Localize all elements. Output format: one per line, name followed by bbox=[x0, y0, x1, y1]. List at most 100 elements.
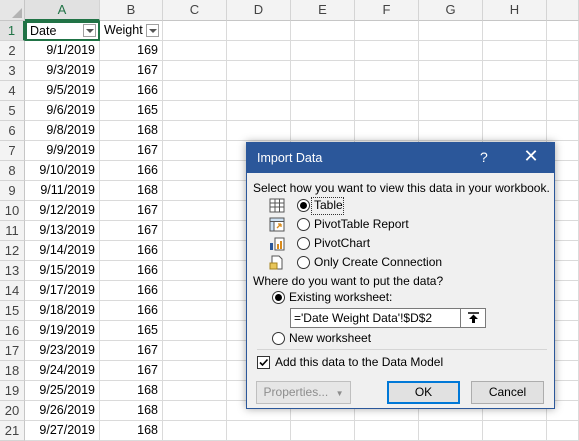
row-header[interactable]: 16 bbox=[0, 321, 25, 341]
weight-cell[interactable]: 166 bbox=[100, 161, 163, 181]
empty-cell[interactable] bbox=[547, 101, 579, 121]
empty-cell[interactable] bbox=[419, 101, 483, 121]
row-header[interactable]: 8 bbox=[0, 161, 25, 181]
date-cell[interactable]: 9/14/2019 bbox=[25, 241, 100, 261]
row-header[interactable]: 6 bbox=[0, 121, 25, 141]
table-option-label[interactable]: Table bbox=[314, 198, 343, 212]
empty-cell[interactable] bbox=[547, 81, 579, 101]
empty-cell[interactable] bbox=[419, 61, 483, 81]
empty-cell[interactable] bbox=[163, 301, 227, 321]
empty-cell[interactable] bbox=[163, 61, 227, 81]
filter-dropdown-icon[interactable] bbox=[146, 24, 159, 37]
date-cell[interactable]: 9/8/2019 bbox=[25, 121, 100, 141]
pivottable-radio[interactable] bbox=[297, 218, 310, 231]
header-cell-date[interactable]: Date bbox=[25, 21, 100, 41]
weight-cell[interactable]: 167 bbox=[100, 141, 163, 161]
empty-cell[interactable] bbox=[163, 281, 227, 301]
weight-cell[interactable]: 166 bbox=[100, 261, 163, 281]
empty-cell[interactable] bbox=[419, 421, 483, 441]
row-header[interactable]: 11 bbox=[0, 221, 25, 241]
existing-worksheet-label[interactable]: Existing worksheet: bbox=[289, 290, 392, 304]
empty-cell[interactable] bbox=[547, 421, 579, 441]
row-header[interactable]: 13 bbox=[0, 261, 25, 281]
column-header-a[interactable]: A bbox=[25, 0, 100, 21]
pivotchart-radio[interactable] bbox=[297, 237, 310, 250]
empty-cell[interactable] bbox=[227, 81, 291, 101]
date-cell[interactable]: 9/23/2019 bbox=[25, 341, 100, 361]
empty-cell[interactable] bbox=[547, 41, 579, 61]
new-worksheet-radio[interactable] bbox=[272, 332, 285, 345]
empty-cell[interactable] bbox=[355, 41, 419, 61]
weight-cell[interactable]: 168 bbox=[100, 421, 163, 441]
date-cell[interactable]: 9/24/2019 bbox=[25, 361, 100, 381]
empty-cell[interactable] bbox=[483, 81, 547, 101]
empty-cell[interactable] bbox=[419, 41, 483, 61]
empty-cell[interactable] bbox=[355, 81, 419, 101]
weight-cell[interactable]: 168 bbox=[100, 181, 163, 201]
column-header-d[interactable]: D bbox=[227, 0, 291, 21]
column-header-i[interactable] bbox=[547, 0, 579, 21]
weight-cell[interactable]: 167 bbox=[100, 201, 163, 221]
table-radio[interactable] bbox=[297, 199, 310, 212]
empty-cell[interactable] bbox=[163, 101, 227, 121]
date-cell[interactable]: 9/19/2019 bbox=[25, 321, 100, 341]
empty-cell[interactable] bbox=[163, 81, 227, 101]
row-header[interactable]: 15 bbox=[0, 301, 25, 321]
collapse-dialog-button[interactable] bbox=[460, 308, 486, 328]
empty-cell[interactable] bbox=[163, 321, 227, 341]
empty-cell[interactable] bbox=[355, 61, 419, 81]
new-worksheet-label[interactable]: New worksheet bbox=[289, 331, 371, 345]
weight-cell[interactable]: 168 bbox=[100, 401, 163, 421]
weight-cell[interactable]: 167 bbox=[100, 341, 163, 361]
empty-cell[interactable] bbox=[163, 241, 227, 261]
weight-cell[interactable]: 166 bbox=[100, 241, 163, 261]
properties-button[interactable]: Properties... ▼ bbox=[256, 381, 351, 404]
date-cell[interactable]: 9/26/2019 bbox=[25, 401, 100, 421]
empty-cell[interactable] bbox=[163, 401, 227, 421]
empty-cell[interactable] bbox=[163, 121, 227, 141]
reference-input[interactable]: ='Date Weight Data'!$D$2 bbox=[290, 308, 486, 328]
date-cell[interactable]: 9/12/2019 bbox=[25, 201, 100, 221]
row-header[interactable]: 4 bbox=[0, 81, 25, 101]
row-header[interactable]: 17 bbox=[0, 341, 25, 361]
pivotchart-option-label[interactable]: PivotChart bbox=[314, 236, 370, 250]
weight-cell[interactable]: 166 bbox=[100, 301, 163, 321]
row-header[interactable]: 5 bbox=[0, 101, 25, 121]
date-cell[interactable]: 9/27/2019 bbox=[25, 421, 100, 441]
empty-cell[interactable] bbox=[163, 161, 227, 181]
empty-cell[interactable] bbox=[355, 121, 419, 141]
empty-cell[interactable] bbox=[291, 101, 355, 121]
empty-cell[interactable] bbox=[163, 341, 227, 361]
date-cell[interactable]: 9/10/2019 bbox=[25, 161, 100, 181]
empty-cell[interactable] bbox=[483, 61, 547, 81]
weight-cell[interactable]: 165 bbox=[100, 101, 163, 121]
row-header[interactable]: 12 bbox=[0, 241, 25, 261]
empty-cell[interactable] bbox=[227, 101, 291, 121]
data-model-checkbox[interactable] bbox=[257, 356, 270, 369]
empty-cell[interactable] bbox=[291, 21, 355, 41]
date-cell[interactable]: 9/1/2019 bbox=[25, 41, 100, 61]
empty-cell[interactable] bbox=[163, 261, 227, 281]
row-header[interactable]: 21 bbox=[0, 421, 25, 441]
empty-cell[interactable] bbox=[419, 121, 483, 141]
empty-cell[interactable] bbox=[547, 121, 579, 141]
date-cell[interactable]: 9/18/2019 bbox=[25, 301, 100, 321]
weight-cell[interactable]: 166 bbox=[100, 281, 163, 301]
column-header-c[interactable]: C bbox=[163, 0, 227, 21]
row-header[interactable]: 18 bbox=[0, 361, 25, 381]
date-cell[interactable]: 9/11/2019 bbox=[25, 181, 100, 201]
row-header[interactable]: 14 bbox=[0, 281, 25, 301]
empty-cell[interactable] bbox=[163, 221, 227, 241]
row-header[interactable]: 19 bbox=[0, 381, 25, 401]
header-cell-weight[interactable]: Weight bbox=[100, 21, 163, 41]
empty-cell[interactable] bbox=[483, 121, 547, 141]
empty-cell[interactable] bbox=[547, 21, 579, 41]
date-cell[interactable]: 9/3/2019 bbox=[25, 61, 100, 81]
connection-radio[interactable] bbox=[297, 256, 310, 269]
empty-cell[interactable] bbox=[163, 381, 227, 401]
empty-cell[interactable] bbox=[355, 421, 419, 441]
column-header-b[interactable]: B bbox=[100, 0, 163, 21]
row-header[interactable]: 1 bbox=[0, 21, 25, 41]
row-header[interactable]: 2 bbox=[0, 41, 25, 61]
pivottable-option-label[interactable]: PivotTable Report bbox=[314, 217, 409, 231]
